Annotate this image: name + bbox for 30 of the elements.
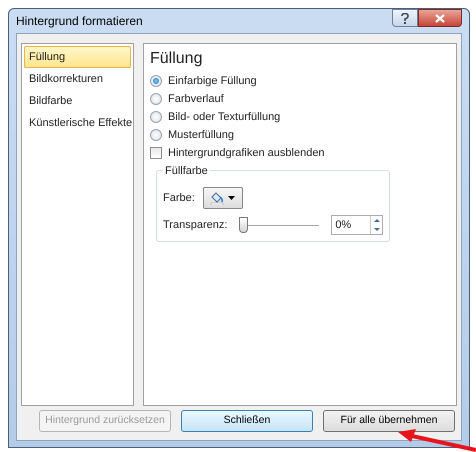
checkbox-label: Hintergrundgrafiken ausblenden	[168, 146, 325, 161]
radio-label: Farbverlauf	[168, 92, 224, 107]
slider-thumb[interactable]	[238, 217, 248, 233]
category-item[interactable]: Bildkorrekturen	[24, 68, 131, 90]
close-button[interactable]	[418, 9, 462, 27]
checkbox[interactable]	[150, 147, 162, 159]
radio-label: Bild- oder Texturfüllung	[168, 110, 280, 125]
radio-button[interactable]	[150, 93, 162, 105]
slider-track[interactable]	[238, 216, 320, 234]
paint-bucket-icon	[210, 191, 224, 205]
radio-label: Einfarbige Füllung	[168, 74, 257, 89]
window-title: Hintergrund formatieren	[16, 13, 143, 30]
radio-label: Musterfüllung	[168, 128, 234, 143]
panel-heading: Füllung	[150, 49, 204, 69]
caret-icon	[228, 196, 236, 200]
transparency-field[interactable]: 0%	[331, 215, 383, 235]
category-item[interactable]: Füllung	[24, 46, 131, 68]
close-icon	[435, 14, 445, 22]
help-button[interactable]	[392, 9, 418, 27]
category-item[interactable]: Künstlerische Effekte	[24, 112, 131, 134]
radio-button[interactable]	[150, 75, 162, 87]
radio-button[interactable]	[150, 111, 162, 123]
category-item[interactable]: Bildfarbe	[24, 90, 131, 112]
dialog-button[interactable]: Schließen	[181, 410, 313, 432]
color-picker-button[interactable]	[202, 187, 243, 209]
color-label: Farbe:	[163, 190, 195, 206]
dialog-button[interactable]: Für alle übernehmen	[323, 410, 455, 432]
radio-button[interactable]	[150, 129, 162, 141]
transparency-label: Transparenz:	[163, 218, 228, 233]
help-icon	[401, 12, 409, 24]
